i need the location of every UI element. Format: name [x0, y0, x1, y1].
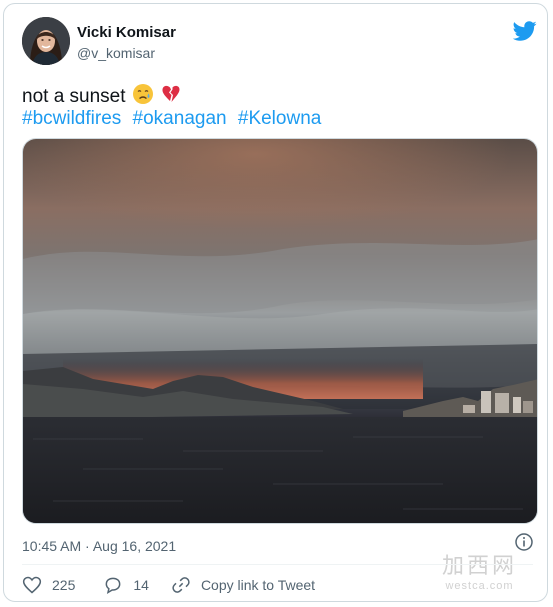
reply-button[interactable]: 14: [103, 575, 149, 595]
tweet-text: not a sunset: [22, 86, 126, 107]
copy-link-label: Copy link to Tweet: [200, 577, 316, 593]
link-icon: [172, 577, 190, 593]
hashtags: #bcwildfires #okanagan #Kelowna: [22, 108, 327, 130]
watermark: 加西网 westca.com: [442, 548, 517, 592]
broken-heart-icon: [160, 83, 182, 111]
copy-link-button[interactable]: Copy link to Tweet: [171, 575, 315, 595]
reply-count: 14: [133, 577, 149, 593]
tweet-card: Vicki Komisar @v_komisar not a sunset #b…: [3, 3, 548, 602]
avatar[interactable]: [22, 17, 70, 65]
twitter-bird-icon[interactable]: [513, 19, 537, 43]
tweet-timestamp[interactable]: 10:45 AM · Aug 16, 2021: [22, 538, 176, 554]
tweet-photo[interactable]: [22, 138, 538, 524]
heart-icon: [22, 576, 42, 594]
author-name[interactable]: Vicki Komisar: [77, 24, 176, 41]
hashtag-kelowna[interactable]: #Kelowna: [238, 108, 321, 129]
hashtag-bcwildfires[interactable]: #bcwildfires: [22, 108, 121, 129]
crying-face-icon: [132, 83, 154, 111]
hashtag-okanagan[interactable]: #okanagan: [133, 108, 227, 129]
author-handle[interactable]: @v_komisar: [77, 45, 155, 61]
action-bar: 225 14 Copy link to Tweet: [22, 575, 315, 595]
like-button[interactable]: 225: [22, 575, 75, 595]
divider: [22, 564, 533, 565]
like-count: 225: [52, 577, 76, 593]
reply-bubble-icon: [105, 577, 121, 595]
tweet-text-line: not a sunset: [22, 83, 182, 111]
info-icon[interactable]: [514, 532, 534, 552]
watermark-en: westca.com: [445, 580, 514, 592]
